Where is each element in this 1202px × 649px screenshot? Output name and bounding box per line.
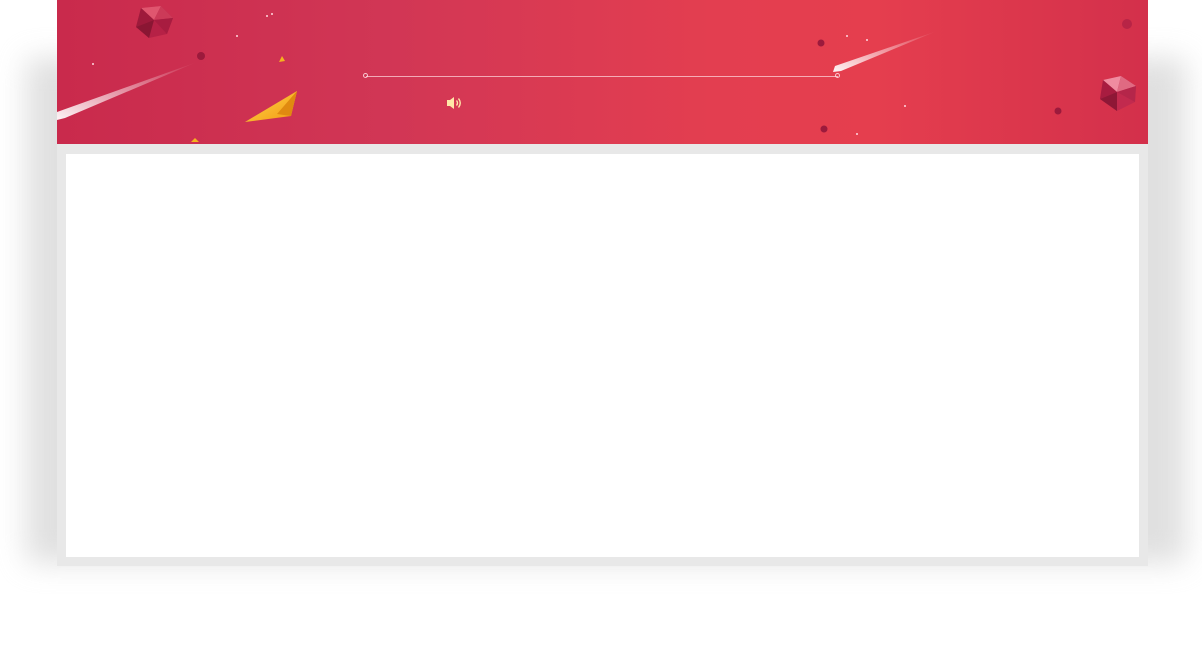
speaker-volume-icon xyxy=(447,97,461,109)
gem-icon xyxy=(1100,76,1136,111)
divider-endpoint xyxy=(835,73,840,78)
page-stage xyxy=(0,0,1202,649)
shooting-star-icon xyxy=(833,31,937,72)
banner-decorations xyxy=(57,6,1136,142)
gem-icon xyxy=(136,6,173,38)
paper-plane-icon xyxy=(191,56,297,142)
shooting-star-icon xyxy=(57,62,197,120)
divider-endpoint xyxy=(363,73,368,78)
content-panel xyxy=(66,154,1139,557)
sound-toggle-button[interactable] xyxy=(445,95,465,111)
sparkle-icon xyxy=(92,13,1132,135)
header-banner xyxy=(57,0,1148,144)
main-card xyxy=(57,0,1148,566)
banner-divider-line xyxy=(366,76,838,77)
